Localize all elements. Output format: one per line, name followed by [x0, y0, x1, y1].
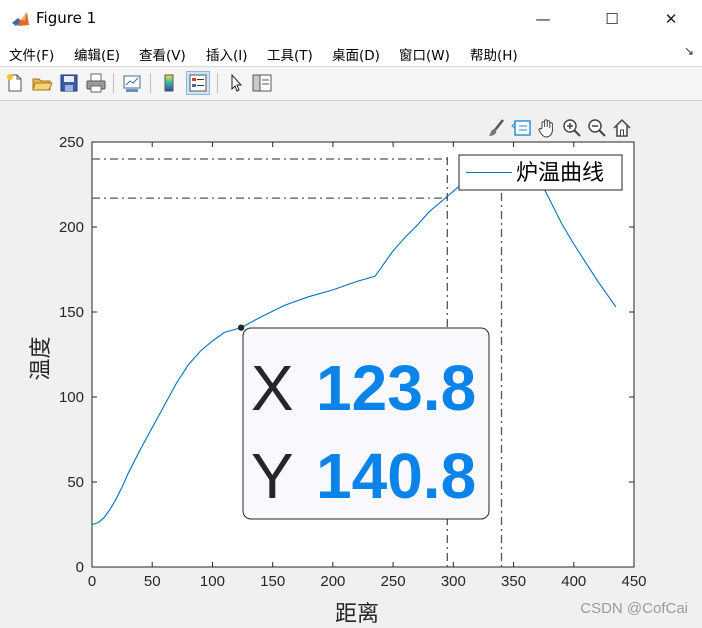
- y-axis-label: 温度: [29, 336, 54, 380]
- datatip-x-value: 123.8: [316, 352, 476, 424]
- legend-label: 炉温曲线: [516, 161, 604, 186]
- x-tick-label: 50: [144, 573, 161, 590]
- datatip-y-value: 140.8: [316, 440, 476, 512]
- x-tick-label: 250: [381, 573, 406, 590]
- y-tick-label: 0: [76, 559, 84, 576]
- x-tick-label: 350: [501, 573, 526, 590]
- y-tick-label: 100: [59, 389, 84, 406]
- x-tick-label: 150: [260, 573, 285, 590]
- datatip-x-label: X: [251, 352, 294, 424]
- x-tick-label: 0: [88, 573, 96, 590]
- x-tick-label: 450: [621, 573, 646, 590]
- y-tick-label: 150: [59, 304, 84, 321]
- y-tick-label: 200: [59, 219, 84, 236]
- x-axis-label: 距离: [335, 602, 379, 627]
- x-tick-label: 400: [561, 573, 586, 590]
- datatip-marker: [237, 324, 245, 331]
- legend: 炉温曲线: [458, 154, 623, 191]
- x-tick-label: 100: [200, 573, 225, 590]
- x-tick-label: 200: [320, 573, 345, 590]
- chart-canvas: 0 50 100 150 200 250 300 350 400 450 0 50 100 150 200 2…: [29, 134, 647, 627]
- watermark: CSDN @CofCai: [580, 600, 688, 617]
- y-tick-label: 50: [67, 474, 84, 491]
- y-tick-label: 250: [59, 134, 84, 151]
- x-tick-label: 300: [441, 573, 466, 590]
- datatip-y-label: Y: [251, 440, 294, 512]
